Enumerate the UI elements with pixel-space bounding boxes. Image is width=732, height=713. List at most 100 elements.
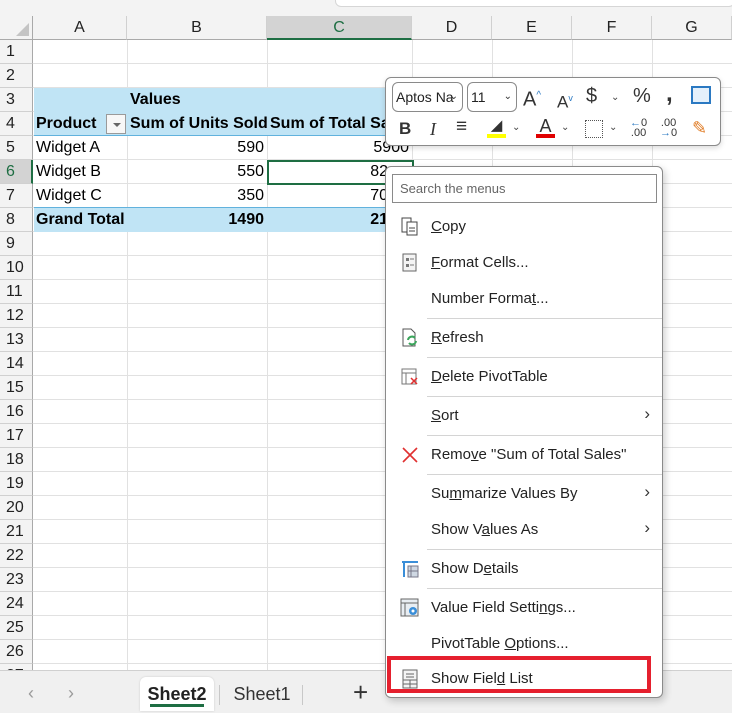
next-sheet-button[interactable]: ›: [68, 683, 74, 704]
pivot-header-product[interactable]: Product: [33, 112, 99, 136]
menu-item-label: Format Cells...: [431, 254, 529, 271]
menu-item-summarize-values-by[interactable]: Summarize Values By ›: [386, 476, 662, 512]
row-header-24[interactable]: 24: [0, 592, 33, 616]
row-header-13[interactable]: 13: [0, 328, 33, 352]
font-size-combo[interactable]: 11 ⌄: [467, 82, 517, 112]
bold-icon[interactable]: B: [399, 117, 411, 141]
row-header-21[interactable]: 21: [0, 520, 33, 544]
row-header-16[interactable]: 16: [0, 400, 33, 424]
increase-font-size-icon[interactable]: A^: [523, 84, 541, 112]
product-filter-dropdown[interactable]: [106, 114, 126, 134]
pivot-row-product[interactable]: Widget C: [33, 184, 105, 208]
column-header-g[interactable]: G: [652, 16, 732, 40]
percent-icon[interactable]: %: [633, 84, 651, 108]
menu-separator: [427, 357, 662, 358]
pivot-row-product[interactable]: Widget A: [33, 136, 103, 160]
row-header-7[interactable]: 7: [0, 184, 33, 208]
column-header-f[interactable]: F: [572, 16, 652, 40]
menu-item-number-format[interactable]: Number Format...: [386, 281, 662, 317]
row-header-5[interactable]: 5: [0, 136, 33, 160]
currency-icon[interactable]: $: [586, 84, 597, 108]
name-box-edge[interactable]: [335, 0, 732, 7]
menu-separator: [427, 396, 662, 397]
column-header-c[interactable]: C: [267, 16, 412, 40]
font-color-icon[interactable]: A: [536, 114, 555, 138]
menu-item-label: Copy: [431, 218, 467, 235]
row-header-23[interactable]: 23: [0, 568, 33, 592]
align-center-icon[interactable]: ≡: [456, 115, 467, 139]
fill-color-chevron-icon[interactable]: ⌄: [512, 122, 520, 133]
pivot-row-units[interactable]: 350: [127, 184, 267, 208]
grand-total-label[interactable]: Grand Total: [33, 208, 128, 232]
menu-item-show-values-as[interactable]: Show Values As ›: [386, 512, 662, 548]
row-header-20[interactable]: 20: [0, 496, 33, 520]
font-name-combo[interactable]: Aptos Na ⌄: [392, 82, 463, 112]
menu-item-label: PivotTable Options...: [431, 635, 569, 652]
grand-total-units[interactable]: 1490: [127, 208, 267, 232]
add-sheet-button[interactable]: +: [353, 677, 368, 708]
fill-color-icon[interactable]: ◢: [487, 114, 506, 138]
pivot-header-sales[interactable]: Sum of Total Sa: [267, 112, 385, 136]
sheet-tab-sheet1[interactable]: Sheet1: [224, 677, 300, 711]
row-header-4[interactable]: 4: [0, 112, 33, 136]
menu-separator: [427, 549, 662, 550]
column-header-b[interactable]: B: [127, 16, 267, 40]
row-header-26[interactable]: 26: [0, 640, 33, 664]
sheet-tab-sheet2[interactable]: Sheet2: [140, 677, 214, 711]
menu-item-copy[interactable]: Copy: [386, 209, 662, 245]
search-menus-input[interactable]: Search the menus: [392, 174, 657, 203]
select-all-corner[interactable]: [0, 16, 33, 40]
column-header-a[interactable]: A: [33, 16, 127, 40]
row-header-9[interactable]: 9: [0, 232, 33, 256]
menu-item-show-details[interactable]: Show Details: [386, 551, 662, 587]
row-header-15[interactable]: 15: [0, 376, 33, 400]
menu-item-refresh[interactable]: Refresh: [386, 320, 662, 356]
format-painter-icon[interactable]: ✎: [692, 116, 707, 140]
row-header-18[interactable]: 18: [0, 448, 33, 472]
decrease-decimal-icon[interactable]: .00 →0: [660, 118, 677, 139]
row-header-12[interactable]: 12: [0, 304, 33, 328]
pivot-row-units[interactable]: 550: [127, 160, 267, 184]
menu-item-format-cells[interactable]: Format Cells...: [386, 245, 662, 281]
menu-item-sort[interactable]: Sort ›: [386, 398, 662, 434]
row-header-6[interactable]: 6: [0, 160, 33, 184]
font-color-chevron-icon[interactable]: ⌄: [561, 122, 569, 133]
pivot-row-sales[interactable]: 70: [267, 184, 391, 208]
pivot-values-label[interactable]: Values: [127, 88, 184, 112]
currency-chevron-icon[interactable]: ⌄: [611, 92, 619, 103]
value-field-settings-icon: [400, 598, 420, 618]
chevron-down-icon: ⌄: [449, 91, 458, 102]
menu-item-value-field-settings[interactable]: Value Field Settings...: [386, 590, 662, 626]
tab-divider: [302, 685, 303, 705]
row-header-1[interactable]: 1: [0, 40, 33, 64]
borders-icon[interactable]: [585, 120, 603, 138]
row-header-25[interactable]: 25: [0, 616, 33, 640]
italic-icon[interactable]: I: [430, 117, 436, 141]
menu-item-label: Sort: [431, 407, 459, 424]
row-header-17[interactable]: 17: [0, 424, 33, 448]
pivot-row-units[interactable]: 590: [127, 136, 267, 160]
tab-divider: [219, 685, 220, 705]
comma-style-icon[interactable]: ,: [666, 82, 673, 106]
borders-chevron-icon[interactable]: ⌄: [609, 122, 617, 133]
pivot-row-product[interactable]: Widget B: [33, 160, 104, 184]
row-header-10[interactable]: 10: [0, 256, 33, 280]
row-header-11[interactable]: 11: [0, 280, 33, 304]
column-header-d[interactable]: D: [412, 16, 492, 40]
row-header-2[interactable]: 2: [0, 64, 33, 88]
menu-item-label: Value Field Settings...: [431, 599, 576, 616]
row-header-3[interactable]: 3: [0, 88, 33, 112]
decrease-font-size-icon[interactable]: Av: [557, 86, 573, 115]
pivot-header-units[interactable]: Sum of Units Sold: [127, 112, 269, 136]
column-header-e[interactable]: E: [492, 16, 572, 40]
menu-item-delete-pivottable[interactable]: Delete PivotTable: [386, 359, 662, 395]
prev-sheet-button[interactable]: ‹: [28, 683, 34, 704]
merge-center-icon[interactable]: [691, 86, 711, 104]
row-header-19[interactable]: 19: [0, 472, 33, 496]
grand-total-sales[interactable]: 21: [267, 208, 391, 232]
menu-item-remove-sum-of-total-sales[interactable]: Remove "Sum of Total Sales": [386, 437, 662, 473]
row-header-22[interactable]: 22: [0, 544, 33, 568]
increase-decimal-icon[interactable]: ←0.00: [630, 118, 647, 139]
row-header-8[interactable]: 8: [0, 208, 33, 232]
row-header-14[interactable]: 14: [0, 352, 33, 376]
